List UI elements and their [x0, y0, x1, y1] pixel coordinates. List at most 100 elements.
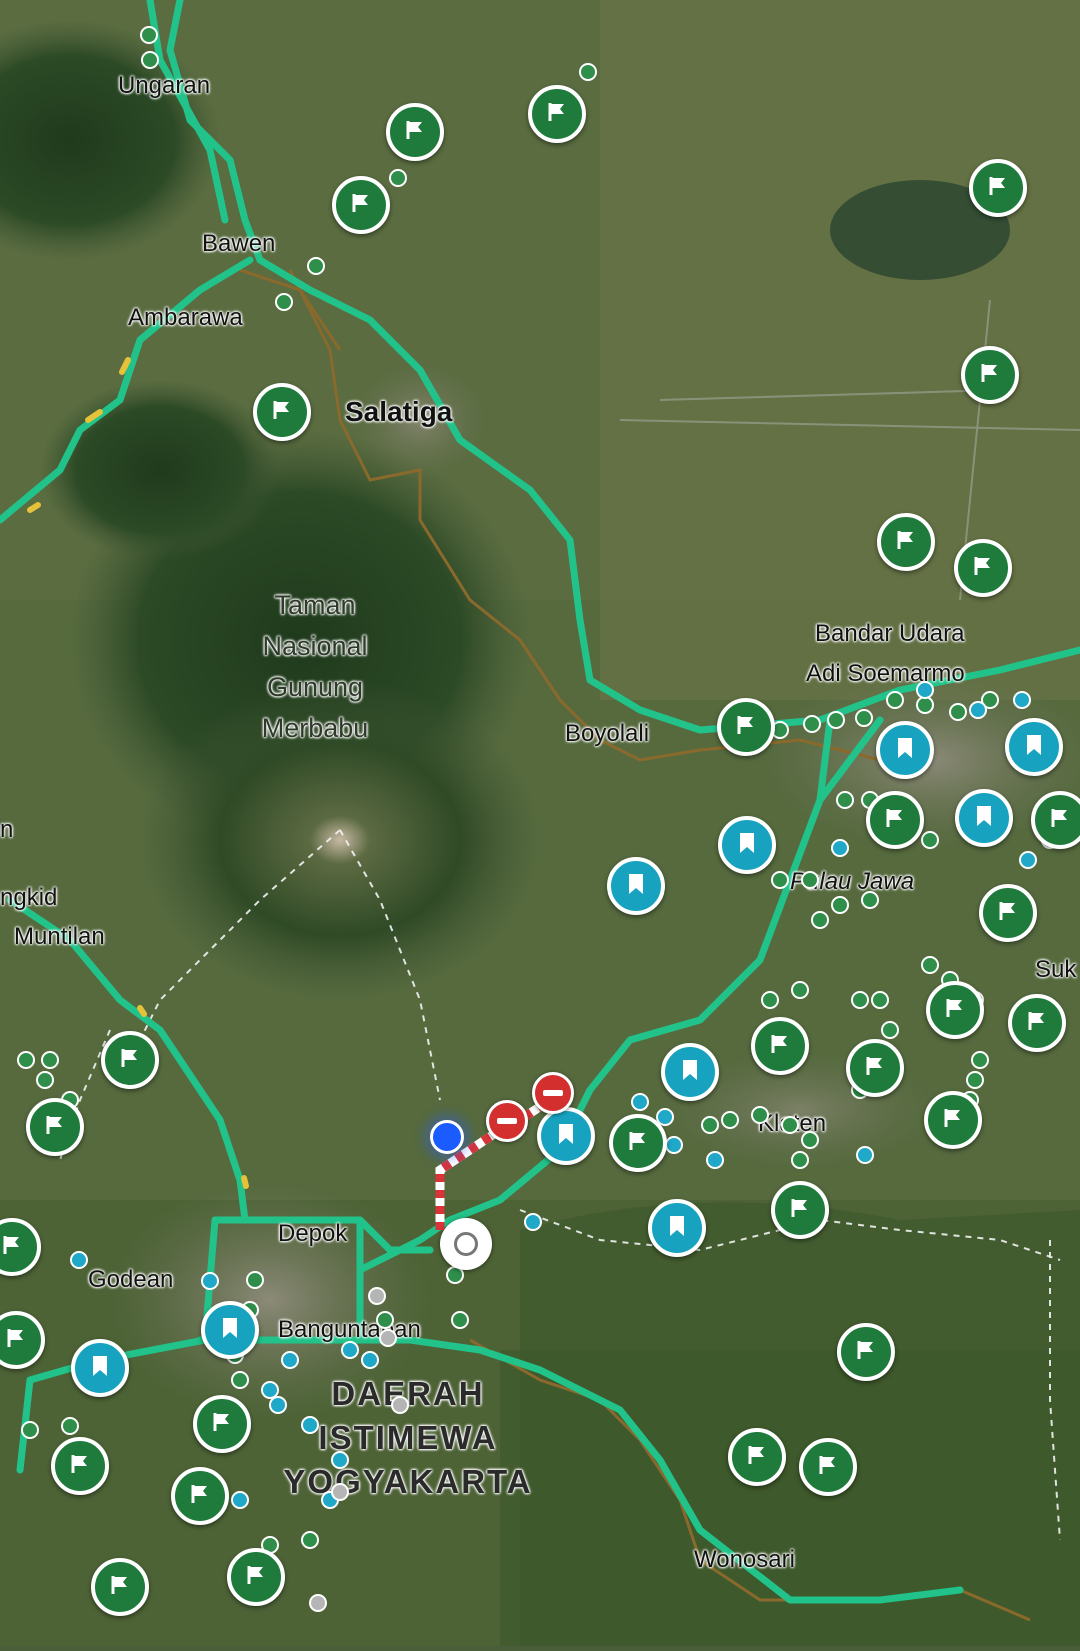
poi-dot[interactable]: [379, 1329, 397, 1347]
poi-dot[interactable]: [701, 1116, 719, 1134]
poi-dot[interactable]: [36, 1071, 54, 1089]
bookmark-marker[interactable]: [661, 1043, 719, 1101]
poi-dot[interactable]: [331, 1483, 349, 1501]
poi-dot[interactable]: [231, 1491, 249, 1509]
poi-dot[interactable]: [921, 831, 939, 849]
poi-dot[interactable]: [706, 1151, 724, 1169]
saved-place-marker[interactable]: [193, 1395, 251, 1453]
saved-place-marker[interactable]: [253, 383, 311, 441]
poi-dot[interactable]: [751, 1106, 769, 1124]
poi-dot[interactable]: [881, 1021, 899, 1039]
poi-dot[interactable]: [921, 956, 939, 974]
poi-dot[interactable]: [916, 681, 934, 699]
bookmark-marker[interactable]: [71, 1339, 129, 1397]
saved-place-marker[interactable]: [799, 1438, 857, 1496]
poi-dot[interactable]: [761, 991, 779, 1009]
poi-dot[interactable]: [281, 1351, 299, 1369]
poi-dot[interactable]: [801, 871, 819, 889]
saved-place-marker[interactable]: [771, 1181, 829, 1239]
poi-dot[interactable]: [851, 991, 869, 1009]
poi-dot[interactable]: [41, 1051, 59, 1069]
destination-pin[interactable]: [440, 1218, 492, 1270]
saved-place-marker[interactable]: [1008, 994, 1066, 1052]
poi-dot[interactable]: [141, 51, 159, 69]
saved-place-marker[interactable]: [1031, 791, 1080, 849]
poi-dot[interactable]: [301, 1531, 319, 1549]
saved-place-marker[interactable]: [979, 884, 1037, 942]
bookmark-marker[interactable]: [607, 857, 665, 915]
poi-dot[interactable]: [831, 896, 849, 914]
saved-place-marker[interactable]: [924, 1091, 982, 1149]
road-closure-icon[interactable]: [486, 1100, 528, 1142]
poi-dot[interactable]: [966, 1071, 984, 1089]
poi-dot[interactable]: [246, 1271, 264, 1289]
poi-dot[interactable]: [781, 1116, 799, 1134]
poi-dot[interactable]: [801, 1131, 819, 1149]
saved-place-marker[interactable]: [171, 1467, 229, 1525]
poi-dot[interactable]: [791, 981, 809, 999]
poi-dot[interactable]: [70, 1251, 88, 1269]
poi-dot[interactable]: [269, 1396, 287, 1414]
bookmark-marker[interactable]: [876, 721, 934, 779]
saved-place-marker[interactable]: [751, 1017, 809, 1075]
poi-dot[interactable]: [301, 1416, 319, 1434]
saved-place-marker[interactable]: [609, 1114, 667, 1172]
poi-dot[interactable]: [721, 1111, 739, 1129]
bookmark-marker[interactable]: [648, 1199, 706, 1257]
saved-place-marker[interactable]: [877, 513, 935, 571]
poi-dot[interactable]: [803, 715, 821, 733]
poi-dot[interactable]: [631, 1093, 649, 1111]
bookmark-marker[interactable]: [718, 816, 776, 874]
poi-dot[interactable]: [856, 1146, 874, 1164]
poi-dot[interactable]: [811, 911, 829, 929]
poi-dot[interactable]: [1019, 851, 1037, 869]
poi-dot[interactable]: [331, 1451, 349, 1469]
saved-place-marker[interactable]: [961, 346, 1019, 404]
poi-dot[interactable]: [969, 701, 987, 719]
bookmark-marker[interactable]: [1005, 718, 1063, 776]
bookmark-marker[interactable]: [201, 1301, 259, 1359]
saved-place-marker[interactable]: [866, 791, 924, 849]
road-closure-icon[interactable]: [532, 1072, 574, 1114]
poi-dot[interactable]: [140, 26, 158, 44]
poi-dot[interactable]: [361, 1351, 379, 1369]
poi-dot[interactable]: [341, 1341, 359, 1359]
saved-place-marker[interactable]: [227, 1548, 285, 1606]
poi-dot[interactable]: [389, 169, 407, 187]
poi-dot[interactable]: [871, 991, 889, 1009]
saved-place-marker[interactable]: [926, 981, 984, 1039]
poi-dot[interactable]: [451, 1311, 469, 1329]
saved-place-marker[interactable]: [101, 1031, 159, 1089]
poi-dot[interactable]: [201, 1272, 219, 1290]
poi-dot[interactable]: [376, 1311, 394, 1329]
poi-dot[interactable]: [368, 1287, 386, 1305]
poi-dot[interactable]: [827, 711, 845, 729]
bookmark-marker[interactable]: [537, 1107, 595, 1165]
poi-dot[interactable]: [949, 703, 967, 721]
saved-place-marker[interactable]: [837, 1323, 895, 1381]
saved-place-marker[interactable]: [26, 1098, 84, 1156]
saved-place-marker[interactable]: [969, 159, 1027, 217]
poi-dot[interactable]: [17, 1051, 35, 1069]
saved-place-marker[interactable]: [717, 698, 775, 756]
saved-place-marker[interactable]: [386, 103, 444, 161]
poi-dot[interactable]: [665, 1136, 683, 1154]
saved-place-marker[interactable]: [91, 1558, 149, 1616]
saved-place-marker[interactable]: [728, 1428, 786, 1486]
map-view[interactable]: Ungaran Bawen Ambarawa Salatiga Taman Na…: [0, 0, 1080, 1646]
poi-dot[interactable]: [579, 63, 597, 81]
poi-dot[interactable]: [791, 1151, 809, 1169]
my-location-dot[interactable]: [430, 1120, 464, 1154]
poi-dot[interactable]: [1013, 691, 1031, 709]
poi-dot[interactable]: [771, 871, 789, 889]
poi-dot[interactable]: [971, 1051, 989, 1069]
poi-dot[interactable]: [855, 709, 873, 727]
saved-place-marker[interactable]: [954, 539, 1012, 597]
saved-place-marker[interactable]: [846, 1039, 904, 1097]
poi-dot[interactable]: [307, 257, 325, 275]
poi-dot[interactable]: [309, 1594, 327, 1612]
poi-dot[interactable]: [886, 691, 904, 709]
poi-dot[interactable]: [524, 1213, 542, 1231]
poi-dot[interactable]: [836, 791, 854, 809]
saved-place-marker[interactable]: [51, 1437, 109, 1495]
